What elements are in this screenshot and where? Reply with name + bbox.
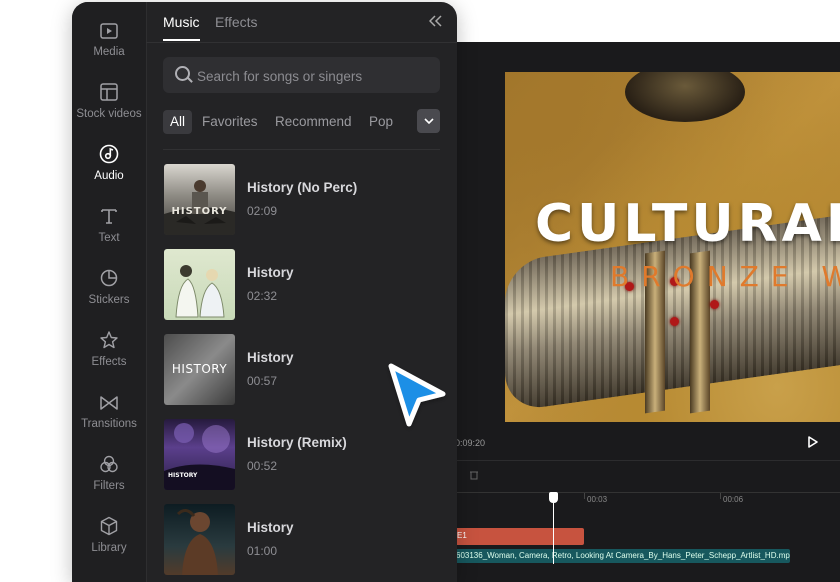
tabs-divider [146,42,457,43]
text-icon [72,206,146,232]
song-duration: 02:32 [247,289,278,303]
sidebar-item-text[interactable]: Text [72,206,146,256]
filters-icon [72,454,146,480]
filter-divider [163,149,440,150]
song-cover: HISTORY [164,334,235,405]
sidebar-item-stock-videos[interactable]: Stock videos [72,82,146,132]
transitions-icon [72,392,146,418]
filter-chip-pop[interactable]: Pop [369,110,393,134]
audio-clip[interactable]: E1 [454,528,584,545]
search-input[interactable] [195,57,439,95]
preview-subtitle: BRONZE WA [610,260,840,293]
filter-chip-recommend[interactable]: Recommend [275,110,352,134]
timeline-divider [450,460,840,461]
library-icon [72,516,146,542]
effects-icon [72,330,146,356]
time-readout: 0:09:20 [455,438,486,448]
song-duration: 01:00 [247,544,278,558]
song-item[interactable]: History 02:32 [164,249,444,321]
media-panel: Media Stock videos Audio Text Stickers E… [72,2,457,582]
sidebar-item-library[interactable]: Library [72,516,146,566]
song-duration: 00:52 [247,459,278,473]
ruler-tick: 00:06 [723,495,744,504]
filter-chip-all[interactable]: All [163,110,193,134]
song-cover [164,504,235,575]
trash-icon[interactable] [470,470,480,480]
song-cover [164,249,235,320]
song-item[interactable]: HISTORY History (No Perc) 02:09 [164,164,444,236]
timeline-ruler [450,492,840,493]
preview-gem [710,300,719,309]
preview-gem [670,317,679,326]
chevron-down-icon [423,118,434,125]
search-bar[interactable] [163,57,440,95]
song-title: History [247,265,294,280]
filter-chip-favorites[interactable]: Favorites [202,110,258,134]
preview-title: CULTURAL R [535,194,840,254]
sidebar-item-effects[interactable]: Effects [72,330,146,380]
collapse-panel-icon[interactable] [428,14,443,30]
media-icon [72,20,146,46]
song-cover: HISTORY [164,164,235,235]
active-tab-indicator [163,39,200,41]
preview-object-top [625,72,745,122]
song-duration: 00:57 [247,374,278,388]
tab-music[interactable]: Music [163,14,200,30]
sidebar-item-stickers[interactable]: Stickers [72,268,146,318]
tab-effects[interactable]: Effects [215,14,258,30]
search-icon [175,66,190,81]
song-duration: 02:09 [247,204,278,218]
song-title: History [247,350,294,365]
playhead[interactable] [553,494,554,564]
song-item[interactable]: History 01:00 [164,504,444,576]
playhead-handle[interactable] [549,492,558,503]
pointer-cursor-icon [385,360,449,432]
song-title: History (Remix) [247,435,347,450]
sidebar-item-audio[interactable]: Audio [72,144,146,194]
sidebar-item-media[interactable]: Media [72,20,146,70]
song-title: History (No Perc) [247,180,358,195]
sidebar-item-transitions[interactable]: Transitions [72,392,146,442]
stickers-icon [72,268,146,294]
sidebar: Media Stock videos Audio Text Stickers E… [72,2,147,582]
play-button[interactable] [808,436,822,450]
video-preview[interactable]: CULTURAL R BRONZE WA [505,72,840,422]
ruler-tick: 00:03 [587,495,608,504]
sidebar-item-filters[interactable]: Filters [72,454,146,504]
play-icon [808,436,818,448]
audio-icon [72,144,146,170]
song-cover: HISTORY [164,419,235,490]
stock-videos-icon [72,82,146,108]
song-title: History [247,520,294,535]
more-categories-button[interactable] [417,109,440,133]
